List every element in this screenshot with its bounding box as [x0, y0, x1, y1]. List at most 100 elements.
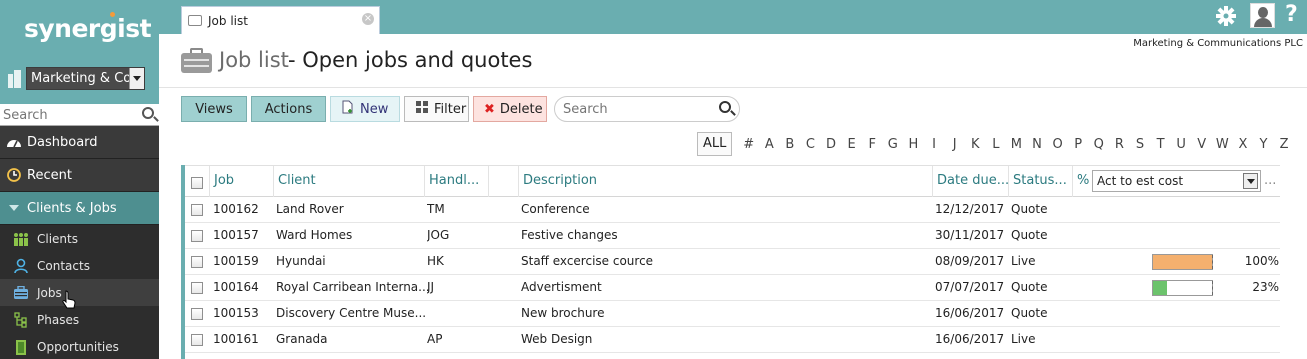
filter-button[interactable]: Filter: [404, 96, 469, 122]
dashboard-icon: [6, 134, 22, 150]
alpha-letter[interactable]: R: [1109, 137, 1130, 152]
progress-marker: [1212, 281, 1213, 295]
table-row[interactable]: 100153 Discovery Centre Muse... New brochu…: [185, 301, 1280, 327]
row-checkbox[interactable]: [191, 204, 203, 216]
row-checkbox[interactable]: [191, 256, 203, 268]
col-handler[interactable]: Handl...: [424, 166, 488, 197]
job-table: Job Client Handl... Description Date due…: [181, 165, 1280, 359]
company-select[interactable]: Marketing & Cor: [26, 67, 145, 90]
table-row[interactable]: 100162 Land Rover TM Conference 12/12/2017 Qu…: [185, 197, 1280, 223]
phases-icon: [12, 311, 30, 328]
alpha-letter[interactable]: #: [738, 137, 759, 152]
search-icon[interactable]: [142, 107, 154, 119]
alpha-letter[interactable]: G: [883, 137, 904, 152]
alpha-letter[interactable]: Y: [1253, 137, 1274, 152]
col-description[interactable]: Description: [518, 166, 932, 197]
alpha-letter[interactable]: Q: [1088, 137, 1109, 152]
briefcase-icon: [181, 48, 212, 73]
views-button[interactable]: Views: [181, 96, 247, 122]
chevron-down-icon[interactable]: [129, 68, 144, 89]
alpha-letter[interactable]: P: [1068, 137, 1089, 152]
alpha-all[interactable]: ALL: [697, 132, 733, 156]
cell-job: 100153: [213, 306, 259, 320]
alpha-letter[interactable]: V: [1191, 137, 1212, 152]
col-client[interactable]: Client: [273, 166, 424, 197]
alpha-letter[interactable]: A: [759, 137, 780, 152]
measure-select[interactable]: Act to est cost: [1092, 170, 1261, 192]
sidebar-item-phases[interactable]: Phases: [0, 306, 159, 333]
alpha-letter[interactable]: O: [1047, 137, 1068, 152]
alpha-letter[interactable]: T: [1150, 137, 1171, 152]
toolbar: Views Actions New Filter ✖ Delete: [181, 96, 551, 122]
col-status[interactable]: Status...: [1008, 166, 1072, 197]
sidebar-item-contacts[interactable]: Contacts: [0, 252, 159, 279]
sidebar-search[interactable]: [0, 104, 159, 126]
sidebar-search-input[interactable]: [0, 104, 130, 126]
alpha-letter[interactable]: S: [1130, 137, 1151, 152]
alpha-letter[interactable]: W: [1212, 137, 1233, 152]
cell-date: 16/06/2017: [935, 332, 1005, 346]
nav-recent[interactable]: Recent: [0, 159, 159, 192]
alpha-letter[interactable]: I: [924, 137, 945, 152]
help-icon[interactable]: ?: [1285, 2, 1298, 27]
sidebar-item-clients[interactable]: Clients: [0, 225, 159, 252]
alpha-letter[interactable]: M: [1006, 137, 1027, 152]
row-checkbox-cell: [191, 308, 203, 320]
user-avatar[interactable]: [1250, 3, 1275, 28]
nav-clients-jobs[interactable]: Clients & Jobs: [0, 192, 159, 225]
search-icon[interactable]: [719, 101, 731, 113]
row-checkbox[interactable]: [191, 230, 203, 242]
table-row[interactable]: 100161 Granada AP Web Design 16/06/2017 Live: [185, 327, 1280, 353]
gear-icon[interactable]: [1215, 5, 1237, 27]
select-all-checkbox[interactable]: [191, 176, 203, 189]
company-name: Marketing & Communications PLC: [1133, 38, 1303, 49]
chevron-down-icon[interactable]: [1243, 173, 1258, 189]
actions-button[interactable]: Actions: [251, 96, 326, 122]
progress-marker: [1212, 255, 1213, 269]
page-subtitle: - Open jobs and quotes: [288, 48, 533, 72]
cell-description: Staff excercise cource: [521, 254, 654, 268]
alpha-letter[interactable]: E: [841, 137, 862, 152]
building-icon: [6, 69, 22, 88]
cell-handler: JJ: [427, 280, 435, 294]
company-selector[interactable]: Marketing & Cor: [6, 67, 145, 90]
col-job[interactable]: Job: [209, 166, 273, 197]
alpha-letter[interactable]: L: [986, 137, 1007, 152]
alpha-letter[interactable]: N: [1027, 137, 1048, 152]
sidebar-item-jobs[interactable]: Jobs: [0, 279, 159, 306]
history-icon: [6, 167, 22, 183]
alpha-letter[interactable]: Z: [1274, 137, 1295, 152]
table-row[interactable]: 100164 Royal Carribean Interna... JJ Advert…: [185, 275, 1280, 301]
main-search[interactable]: [554, 96, 740, 122]
alpha-letter[interactable]: X: [1233, 137, 1254, 152]
close-icon[interactable]: ×: [362, 13, 374, 25]
alpha-letter[interactable]: J: [944, 137, 965, 152]
row-checkbox[interactable]: [191, 308, 203, 320]
cell-job: 100164: [213, 280, 259, 294]
clients-icon: [12, 231, 30, 247]
row-checkbox[interactable]: [191, 334, 203, 346]
row-checkbox[interactable]: [191, 282, 203, 294]
chevron-down-icon: [6, 200, 22, 216]
cell-status: Quote: [1011, 202, 1048, 216]
alpha-letter[interactable]: F: [862, 137, 883, 152]
nav-dashboard[interactable]: Dashboard: [0, 126, 159, 159]
new-button[interactable]: New: [330, 96, 400, 122]
alpha-letter[interactable]: B: [780, 137, 801, 152]
table-row[interactable]: 100159 Hyundai HK Staff excercise cource 08/…: [185, 249, 1280, 275]
sidebar-item-opportunities[interactable]: Opportunities: [0, 333, 159, 359]
col-date-due[interactable]: Date due...: [932, 166, 1008, 197]
alpha-letter[interactable]: D: [821, 137, 842, 152]
alpha-letter[interactable]: K: [965, 137, 986, 152]
alpha-letter[interactable]: H: [903, 137, 924, 152]
cell-status: Live: [1011, 254, 1036, 268]
cell-date: 08/09/2017: [935, 254, 1005, 268]
col-more[interactable]: ...: [1262, 166, 1280, 197]
tab-job-list[interactable]: Job list ×: [181, 6, 380, 34]
table-row[interactable]: 100157 Ward Homes JOG Festive changes 30/11/…: [185, 223, 1280, 249]
alpha-letter[interactable]: U: [1171, 137, 1192, 152]
cell-client: Royal Carribean Interna...: [276, 280, 430, 294]
delete-button[interactable]: ✖ Delete: [473, 96, 547, 122]
alpha-letter[interactable]: C: [800, 137, 821, 152]
search-input[interactable]: [563, 97, 713, 121]
